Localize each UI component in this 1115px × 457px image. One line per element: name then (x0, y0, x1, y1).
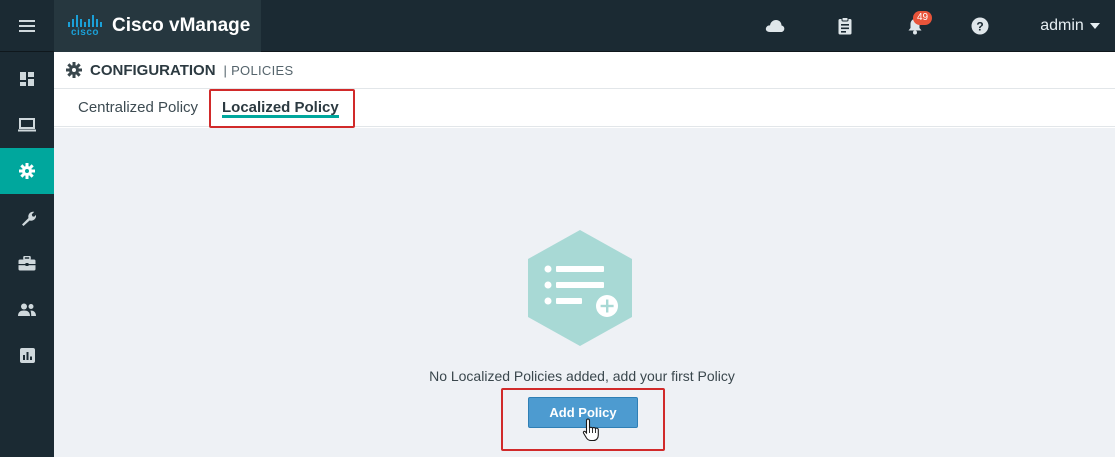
sidebar-item-configuration[interactable] (0, 148, 54, 194)
cisco-logo: cisco (68, 14, 102, 38)
top-navigation-bar: cisco Cisco vManage 49 ? admin (0, 0, 1115, 52)
page-subtitle: POLICIES (231, 62, 294, 78)
empty-policy-illustration (526, 228, 634, 353)
monitor-icon (18, 118, 36, 132)
tab-centralized-policy[interactable]: Centralized Policy (78, 89, 198, 126)
left-sidebar (0, 52, 54, 457)
dashboard-icon (20, 72, 34, 86)
active-tab-indicator (222, 115, 339, 118)
cloud-icon[interactable] (760, 0, 790, 52)
hand-pointer-icon (582, 418, 600, 447)
username-label: admin (1040, 17, 1084, 34)
brand-area[interactable]: cisco Cisco vManage (54, 0, 261, 52)
page-separator: | (219, 62, 232, 78)
configuration-gear-icon (19, 163, 35, 179)
tab-localized-policy[interactable]: Localized Policy (222, 89, 339, 126)
policy-tabs: Centralized Policy Localized Policy (54, 89, 1115, 127)
empty-state-message: No Localized Policies added, add your fi… (429, 368, 735, 384)
sidebar-item-administration[interactable] (0, 286, 54, 332)
administration-users-icon (18, 303, 36, 316)
clipboard-icon[interactable] (830, 0, 860, 52)
help-icon[interactable]: ? (965, 0, 995, 52)
sidebar-item-maintenance[interactable] (0, 240, 54, 286)
sidebar-item-dashboard[interactable] (0, 56, 54, 102)
page-title: CONFIGURATION (90, 61, 216, 79)
menu-icon[interactable] (0, 0, 54, 52)
cisco-logo-text: cisco (70, 26, 100, 38)
tab-label: Centralized Policy (78, 99, 199, 116)
svg-text:?: ? (976, 20, 983, 34)
app-title: Cisco vManage (112, 15, 251, 36)
sidebar-item-monitor[interactable] (0, 102, 54, 148)
sidebar-item-tools[interactable] (0, 194, 54, 240)
page-header: CONFIGURATION | POLICIES (54, 52, 1115, 89)
maintenance-briefcase-icon (18, 255, 36, 270)
user-menu[interactable]: admin (1032, 0, 1108, 52)
caret-down-icon (1089, 23, 1100, 29)
tab-label: Localized Policy (222, 99, 339, 116)
notification-badge: 49 (913, 11, 933, 25)
notifications-button[interactable]: 49 (895, 0, 935, 52)
tools-wrench-icon (21, 211, 36, 226)
analytics-chart-icon (19, 347, 35, 363)
configuration-gear-icon (66, 62, 82, 78)
